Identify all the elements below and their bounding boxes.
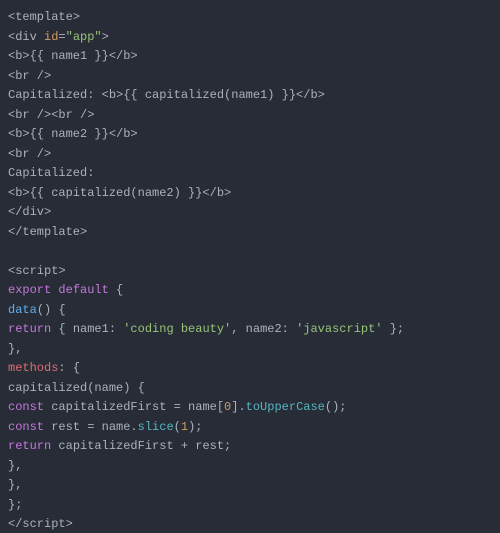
code-line: <template>	[8, 8, 500, 28]
code-token: ipt>	[44, 517, 73, 531]
code-line: <b>{{ capitalized(name2) }}</b>	[8, 184, 500, 204]
code-token: </template>	[8, 225, 87, 239]
code-line: return capitalizedFirst + rest;	[8, 437, 500, 457]
code-line: data() {	[8, 301, 500, 321]
code-token: : {	[58, 361, 80, 375]
code-token: ].	[231, 400, 245, 414]
code-token: id	[44, 30, 58, 44]
code-line: export default {	[8, 281, 500, 301]
code-token: capitalizedFirst + rest;	[51, 439, 231, 453]
code-line: return { name1: 'coding beauty', name2: …	[8, 320, 500, 340]
code-token: capitalizedFirst = name[	[44, 400, 224, 414]
code-token: </div>	[8, 205, 51, 219]
code-line: </template>	[8, 223, 500, 243]
code-line: methods: {	[8, 359, 500, 379]
code-token: <script>	[8, 264, 66, 278]
code-token: },	[8, 342, 22, 356]
code-token: () {	[37, 303, 66, 317]
code-token: return	[8, 439, 51, 453]
code-token: 'coding beauty'	[123, 322, 231, 336]
code-token: (	[174, 420, 181, 434]
code-line: <b>{{ name1 }}</b>	[8, 47, 500, 67]
code-token: const	[8, 400, 44, 414]
code-token: Capitalized:	[8, 166, 94, 180]
code-token: };	[383, 322, 405, 336]
code-token: ();	[325, 400, 347, 414]
code-line: const capitalizedFirst = name[0].toUpper…	[8, 398, 500, 418]
code-token: slice	[138, 420, 174, 434]
code-token: 1	[181, 420, 188, 434]
code-token: <b>{{ capitalized(name2) }}</b>	[8, 186, 231, 200]
code-line: <script>	[8, 262, 500, 282]
code-line: <div id="app">	[8, 28, 500, 48]
code-token: <template>	[8, 10, 80, 24]
code-line: </script>	[8, 515, 500, 533]
code-line: },	[8, 457, 500, 477]
code-token: methods	[8, 361, 58, 375]
code-line: const rest = name.slice(1);	[8, 418, 500, 438]
code-token: rest = name.	[44, 420, 138, 434]
code-line: <br />	[8, 67, 500, 87]
code-line: };	[8, 496, 500, 516]
code-token: <br />	[8, 147, 51, 161]
code-token: toUpperCase	[246, 400, 325, 414]
code-token: export	[8, 283, 51, 297]
code-token: return	[8, 322, 51, 336]
code-block: <template><div id="app"><b>{{ name1 }}</…	[8, 8, 500, 533]
code-token: {	[109, 283, 123, 297]
code-line: },	[8, 340, 500, 360]
code-line: <br />	[8, 145, 500, 165]
code-line: Capitalized: <b>{{ capitalized(name1) }}…	[8, 86, 500, 106]
code-token: <br /><br />	[8, 108, 94, 122]
code-line: </div>	[8, 203, 500, 223]
code-token: , name2:	[231, 322, 296, 336]
code-token: Capitalized: <b>{{ capitalized(name1) }}…	[8, 88, 325, 102]
code-token: },	[8, 478, 22, 492]
code-token: capitalized(name) {	[8, 381, 145, 395]
code-token: data	[8, 303, 37, 317]
code-token: </scr	[8, 517, 44, 531]
code-token: { name1:	[51, 322, 123, 336]
code-token: <div	[8, 30, 44, 44]
code-token: >	[102, 30, 109, 44]
code-token: 'javascript'	[296, 322, 382, 336]
code-token: );	[188, 420, 202, 434]
code-token: default	[58, 283, 108, 297]
code-token: },	[8, 459, 22, 473]
code-token: };	[8, 498, 22, 512]
code-line: },	[8, 476, 500, 496]
code-token: =	[58, 30, 65, 44]
code-line	[8, 242, 500, 262]
code-line: <br /><br />	[8, 106, 500, 126]
code-line: capitalized(name) {	[8, 379, 500, 399]
code-token: "app"	[66, 30, 102, 44]
code-token: <b>{{ name1 }}</b>	[8, 49, 138, 63]
code-line: Capitalized:	[8, 164, 500, 184]
code-line: <b>{{ name2 }}</b>	[8, 125, 500, 145]
code-token: <br />	[8, 69, 51, 83]
code-token: <b>{{ name2 }}</b>	[8, 127, 138, 141]
code-token: const	[8, 420, 44, 434]
